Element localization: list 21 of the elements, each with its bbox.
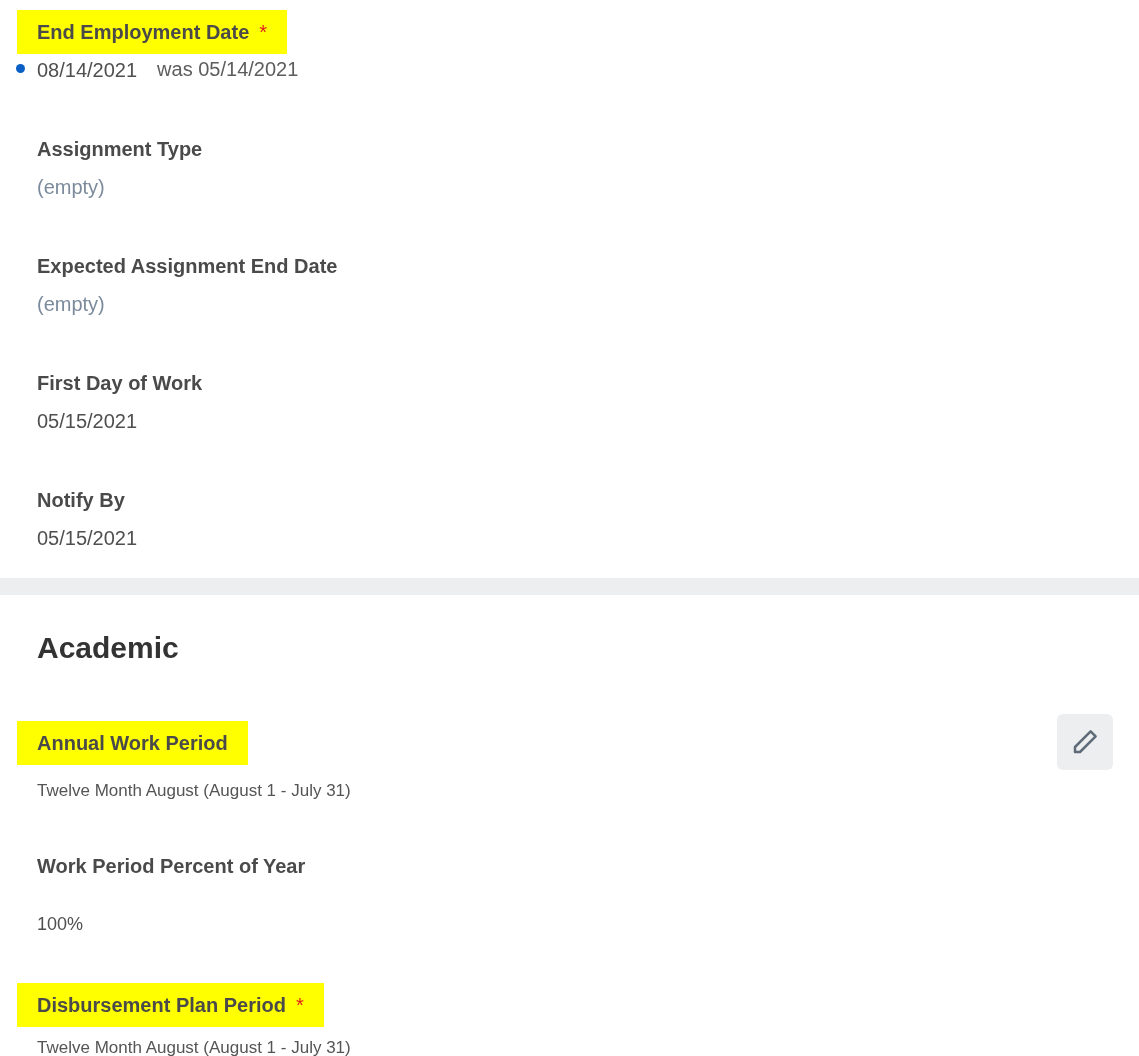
field-label: Expected Assignment End Date bbox=[37, 255, 338, 277]
field-value: Twelve Month August (August 1 - July 31) bbox=[37, 1037, 351, 1056]
field-label: Assignment Type bbox=[37, 138, 203, 160]
required-marker: * bbox=[295, 994, 304, 1016]
previous-value: was 05/14/2021 bbox=[157, 57, 299, 82]
field-value: 05/15/2021 bbox=[37, 526, 138, 551]
field-label: First Day of Work bbox=[37, 372, 203, 394]
field-label: Notify By bbox=[37, 489, 125, 511]
field-value: 08/14/2021 bbox=[37, 58, 138, 83]
section-title: Academic bbox=[37, 630, 180, 666]
field-value: (empty) bbox=[37, 292, 105, 317]
field-label: End Employment Date bbox=[37, 21, 250, 43]
field-value: 100% bbox=[37, 913, 84, 936]
field-value: Twelve Month August (August 1 - July 31) bbox=[37, 780, 351, 802]
field-value: (empty) bbox=[37, 175, 105, 200]
field-label: Disbursement Plan Period bbox=[37, 994, 286, 1016]
edit-button[interactable] bbox=[1057, 714, 1113, 770]
field-label: Annual Work Period bbox=[37, 732, 228, 754]
required-marker: * bbox=[259, 21, 268, 43]
field-value: 05/15/2021 bbox=[37, 409, 138, 434]
field-label: Work Period Percent of Year bbox=[37, 855, 306, 877]
